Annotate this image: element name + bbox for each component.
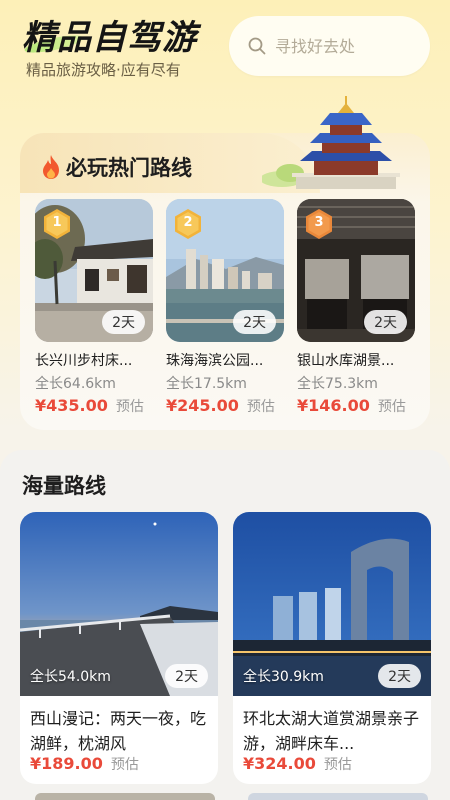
route-price: ¥245.00: [166, 396, 239, 415]
rank-badge-1: 1: [43, 209, 71, 239]
rank-badge-2: 2: [174, 209, 202, 239]
massive-routes-title: 海量路线: [22, 474, 106, 498]
hot-routes-title: 必玩热门路线: [40, 152, 192, 182]
hot-routes-title-text: 必玩热门路线: [66, 156, 192, 180]
route-name: 长兴川步村床...: [35, 353, 133, 369]
search-icon: [248, 37, 266, 55]
next-card-peek-right: [248, 793, 428, 800]
days-badge: 2天: [378, 664, 421, 688]
days-badge: 2天: [233, 310, 276, 334]
route-price: ¥146.00: [297, 396, 370, 415]
route-card-1[interactable]: 全长54.0km 2天 西山漫记：两天一夜，吃湖鲜，枕湖风 ¥189.00 预估: [20, 512, 218, 784]
price-estimate-label: 预估: [323, 757, 352, 773]
route-length: 全长30.9km: [243, 669, 324, 685]
hot-route-card-2[interactable]: 2 2天 珠海海滨公园... 全长17.5km ¥245.00 预估: [166, 199, 284, 416]
hot-route-image-1: 1 2天: [35, 199, 153, 342]
days-badge: 2天: [364, 310, 407, 334]
route-length: 全长17.5km: [166, 376, 247, 392]
hot-route-card-3[interactable]: 3 2天 银山水库湖景... 全长75.3km ¥146.00 预估: [297, 199, 415, 416]
search-input[interactable]: [275, 36, 415, 56]
price-estimate-label: 预估: [115, 399, 144, 415]
app-subtitle: 精品旅游攻略·应有尽有: [26, 61, 181, 79]
route-price: ¥435.00: [35, 396, 108, 415]
route-price: ¥189.00: [30, 754, 103, 773]
route-name: 银山水库湖景...: [297, 353, 395, 369]
fire-icon: [43, 155, 59, 179]
search-bar[interactable]: [229, 16, 430, 76]
hot-route-image-2: 2 2天: [166, 199, 284, 342]
hot-route-image-3: 3 2天: [297, 199, 415, 342]
route-image-1: 全长54.0km 2天: [20, 512, 218, 696]
route-length: 全长75.3km: [297, 376, 378, 392]
temple-illustration: [262, 96, 400, 189]
route-image-2: 全长30.9km 2天: [233, 512, 431, 696]
rank-badge-3: 3: [305, 209, 333, 239]
route-length: 全长54.0km: [30, 669, 111, 685]
route-card-2[interactable]: 全长30.9km 2天 环北太湖大道赏湖景亲子游，湖畔床车... ¥324.00…: [233, 512, 431, 784]
route-title: 西山漫记：两天一夜，吃湖鲜，枕湖风: [30, 709, 207, 753]
price-estimate-label: 预估: [246, 399, 275, 415]
route-name: 珠海海滨公园...: [166, 353, 264, 369]
route-length: 全长64.6km: [35, 376, 116, 392]
hot-route-card-1[interactable]: 1 2天 长兴川步村床... 全长64.6km ¥435.00 预估: [35, 199, 153, 416]
price-estimate-label: 预估: [377, 399, 406, 415]
price-estimate-label: 预估: [110, 757, 139, 773]
days-badge: 2天: [102, 310, 145, 334]
days-badge: 2天: [165, 664, 208, 688]
next-card-peek-left: [35, 793, 215, 800]
route-price: ¥324.00: [243, 754, 316, 773]
route-title: 环北太湖大道赏湖景亲子游，湖畔床车...: [243, 709, 420, 753]
app-title: 精品自驾游: [22, 18, 197, 58]
